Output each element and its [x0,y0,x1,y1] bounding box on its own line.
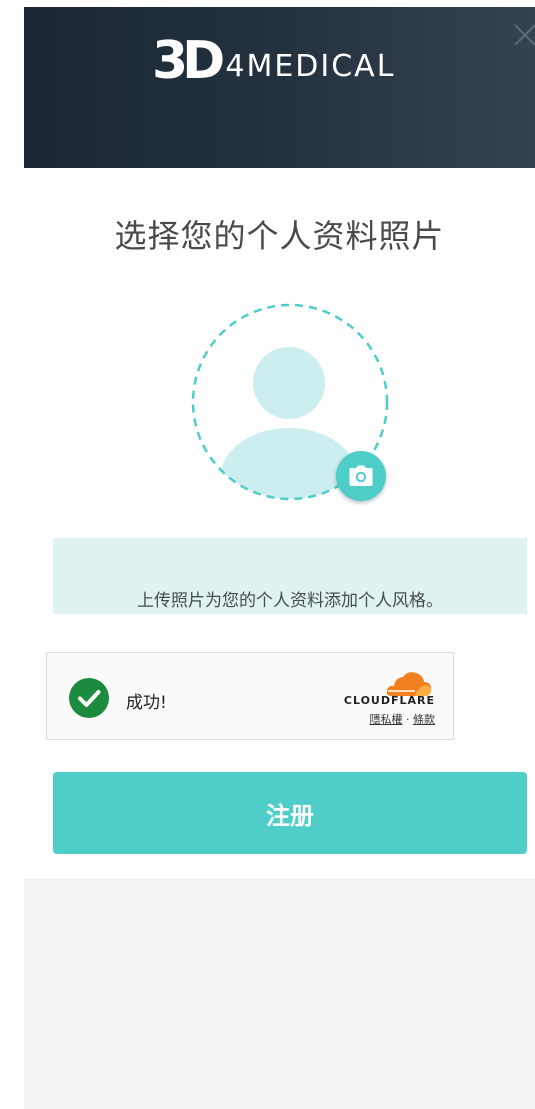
register-button[interactable]: 注册 [53,772,527,854]
info-banner: 上传照片为您的个人资料添加个人风格。 [53,538,527,614]
captcha-status-text: 成功! [126,693,167,713]
footer-area [24,879,535,1109]
link-separator: · [406,713,410,726]
info-text: 上传照片为您的个人资料添加个人风格。 [137,591,443,611]
page-title: 选择您的个人资料照片 [114,217,445,255]
privacy-link[interactable]: 隱私權 [370,713,403,726]
close-button[interactable] [511,21,535,49]
brand-logo: 3D 4MEDICAL [152,31,395,91]
close-icon [514,24,535,46]
logo-text: 4MEDICAL [225,48,396,84]
terms-link[interactable]: 條款 [413,713,435,726]
camera-upload-button[interactable] [336,451,386,501]
modal-header: 3D 4MEDICAL [24,7,535,168]
cloudflare-captcha-widget[interactable]: 成功! CLOUDFLARE 隱私權 · 條款 [46,652,454,740]
cloudflare-links: 隱私權 · 條款 [347,711,436,727]
logo-mark: 3D [152,31,225,91]
check-circle-icon [69,678,109,718]
camera-icon [349,465,373,486]
cloudflare-brand-text: CLOUDFLARE [343,694,435,707]
registration-modal: 3D 4MEDICAL 选择您的个人资料照片 上传照片为您的个人资料添加个人风格… [24,7,535,1109]
